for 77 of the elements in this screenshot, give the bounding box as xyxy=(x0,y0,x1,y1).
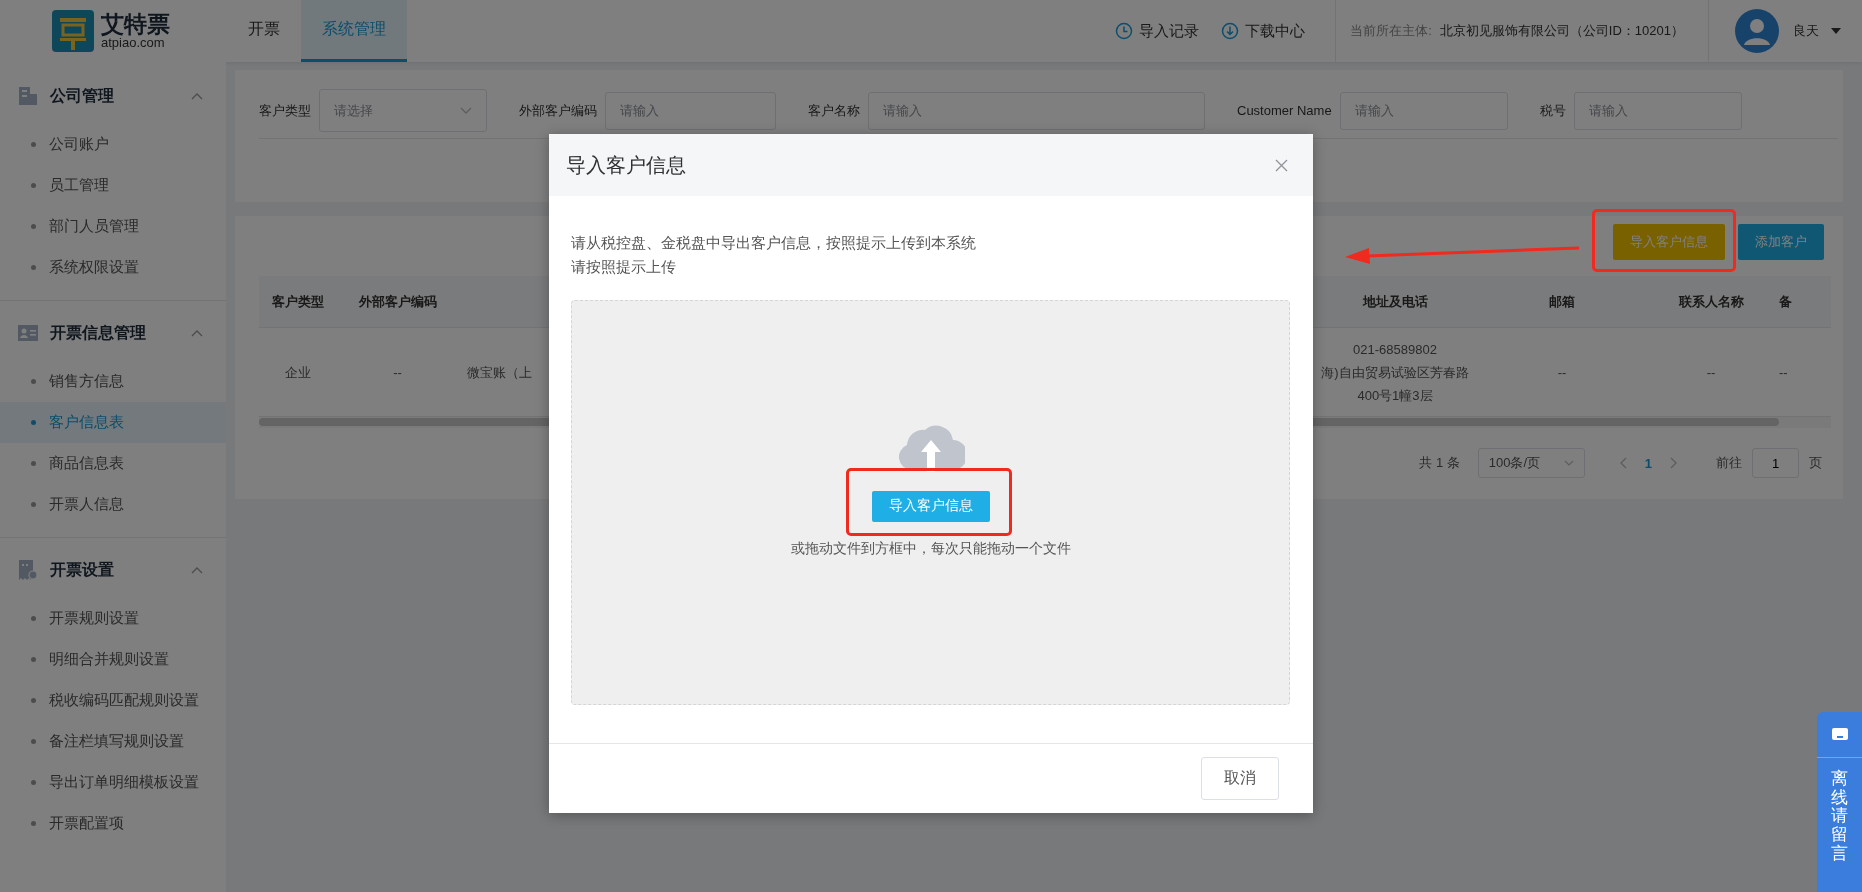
nav-tab[interactable]: 开票 xyxy=(227,0,301,62)
page-size-select[interactable]: 100条/页 xyxy=(1477,448,1585,478)
entity-name: 北京初见服饰有限公司（公司ID：10201） xyxy=(1439,22,1684,40)
goto-label: 前往 xyxy=(1716,454,1742,472)
sidebar-item[interactable]: 明细合并规则设置 xyxy=(0,639,226,680)
caret-icon xyxy=(1831,28,1841,34)
table-cell-text: 微宝账（上 xyxy=(467,363,532,382)
filter-label: 客户名称 xyxy=(808,101,860,120)
table-cell-text: -- xyxy=(1779,363,1788,382)
entity-label: 当前所在主体: xyxy=(1350,22,1432,40)
receipt-icon xyxy=(18,560,38,580)
id-card-icon xyxy=(18,325,38,341)
sidebar-item[interactable]: 公司账户 xyxy=(0,124,226,165)
close-icon[interactable] xyxy=(1275,158,1288,172)
chevron-down-icon xyxy=(460,107,472,114)
table-cell-text: -- xyxy=(1557,363,1567,382)
next-page-icon[interactable] xyxy=(1670,457,1678,469)
download-icon xyxy=(1221,22,1240,40)
page-input[interactable]: 1 xyxy=(1752,448,1799,478)
action-button[interactable]: 添加客户 xyxy=(1738,224,1824,260)
header-link[interactable]: 导入记录 xyxy=(1115,21,1200,41)
sidebar-group[interactable]: 公司管理 xyxy=(0,74,114,118)
chat-icon xyxy=(1831,728,1848,742)
column-header: 外部客户编码 xyxy=(358,292,437,311)
dialog-title: 导入客户信息 xyxy=(566,152,686,178)
page-suffix: 页 xyxy=(1809,454,1822,472)
sidebar-item[interactable]: 开票配置项 xyxy=(0,803,226,844)
cancel-button[interactable]: 取消 xyxy=(1201,757,1279,800)
building-icon xyxy=(18,87,38,105)
clock-icon xyxy=(1115,22,1134,40)
brand-name: 艾特票 xyxy=(101,12,170,37)
table-cell-text: 021-68589802 海)自由贸易试验区芳春路 400号1幢3层 xyxy=(1321,340,1469,405)
column-header: 联系人名称 xyxy=(1678,292,1744,311)
sidebar-item[interactable]: 税收编码匹配规则设置 xyxy=(0,680,226,721)
total-count: 共 1 条 xyxy=(1419,454,1460,472)
prev-page-icon[interactable] xyxy=(1618,457,1627,469)
filter-label: Customer Name xyxy=(1237,103,1332,118)
logo-icon xyxy=(52,10,94,52)
filter-label: 外部客户编码 xyxy=(519,101,597,120)
sidebar-item[interactable]: 开票人信息 xyxy=(0,484,226,525)
filter-label: 客户类型 xyxy=(259,101,311,120)
column-header: 邮箱 xyxy=(1549,292,1575,311)
sidebar-group[interactable]: 开票设置 xyxy=(0,548,114,592)
sidebar-item[interactable]: 部门人员管理 xyxy=(0,206,226,247)
brand-domain: atpiao.com xyxy=(101,36,165,50)
sidebar-item[interactable]: 系统权限设置 xyxy=(0,247,226,288)
column-header: 客户类型 xyxy=(271,292,324,311)
message-widget[interactable]: 离线请留言 xyxy=(1817,712,1862,892)
sidebar-item[interactable]: 商品信息表 xyxy=(0,443,226,484)
instruction-text: 请从税控盘、金税盘中导出客户信息，按照提示上传到本系统 xyxy=(571,233,976,253)
chevron-down-icon xyxy=(1563,460,1574,466)
column-header: 地址及电话 xyxy=(1362,292,1428,311)
widget-label: 离线请留言 xyxy=(1831,770,1848,864)
sidebar-item[interactable]: 导出订单明细模板设置 xyxy=(0,762,226,803)
user-menu[interactable]: 良天 xyxy=(1793,22,1819,40)
table-cell-text: 企业 xyxy=(284,363,311,382)
avatar-icon[interactable] xyxy=(1735,9,1779,53)
drop-hint: 或拖动文件到方框中，每次只能拖动一个文件 xyxy=(790,539,1071,558)
header-link[interactable]: 下载中心 xyxy=(1221,21,1306,41)
instruction-text: 请按照提示上传 xyxy=(571,257,676,277)
chevron-up-icon[interactable] xyxy=(191,330,203,337)
nav-tab[interactable]: 系统管理 xyxy=(301,0,407,62)
chevron-up-icon[interactable] xyxy=(191,93,203,100)
sidebar-item[interactable]: 员工管理 xyxy=(0,165,226,206)
sidebar-item[interactable]: 销售方信息 xyxy=(0,361,226,402)
sidebar-group[interactable]: 开票信息管理 xyxy=(0,311,146,355)
page-number[interactable]: 1 xyxy=(1644,455,1652,471)
column-header: 备 xyxy=(1779,292,1792,311)
upload-button[interactable]: 导入客户信息 xyxy=(871,490,990,522)
table-cell-text: -- xyxy=(1706,363,1716,382)
sidebar-item[interactable]: 备注栏填写规则设置 xyxy=(0,721,226,762)
filter-label: 税号 xyxy=(1539,101,1566,120)
drop-zone[interactable]: 导入客户信息 或拖动文件到方框中，每次只能拖动一个文件 xyxy=(571,300,1290,705)
table-cell-text: -- xyxy=(393,363,402,382)
chevron-up-icon[interactable] xyxy=(191,567,203,574)
sidebar-item[interactable]: 开票规则设置 xyxy=(0,598,226,639)
sidebar-item[interactable]: 客户信息表 xyxy=(0,402,226,443)
